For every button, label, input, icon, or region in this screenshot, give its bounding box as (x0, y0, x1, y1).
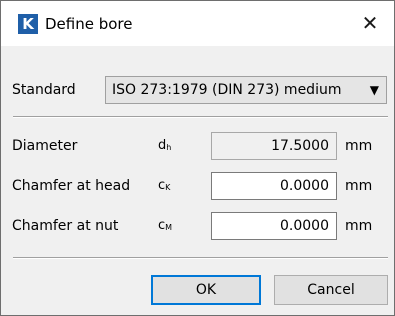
k-logo-icon: K (18, 14, 38, 34)
diameter-symbol: dh (158, 138, 172, 153)
standard-label: Standard (12, 82, 76, 98)
title-bar: K Define bore ✕ (1, 1, 394, 46)
diameter-label: Diameter (12, 138, 78, 154)
chamfer-nut-value: 0.0000 (280, 218, 329, 234)
chamfer-head-field[interactable]: 0.0000 (211, 172, 337, 200)
chamfer-nut-unit: mm (345, 218, 373, 234)
chamfer-nut-field[interactable]: 0.0000 (211, 212, 337, 240)
diameter-value: 17.5000 (271, 138, 329, 154)
chamfer-head-label: Chamfer at head (12, 178, 131, 194)
ok-button[interactable]: OK (151, 275, 261, 305)
chamfer-head-symbol: cK (158, 178, 171, 193)
diameter-unit: mm (345, 138, 373, 154)
chevron-down-icon[interactable]: ▼ (370, 82, 379, 98)
standard-select[interactable]: ISO 273:1979 (DIN 273) medium ▼ (105, 76, 387, 104)
close-icon[interactable]: ✕ (356, 9, 384, 37)
window-title: Define bore (45, 15, 133, 33)
chamfer-head-unit: mm (345, 178, 373, 194)
chamfer-nut-label: Chamfer at nut (12, 218, 119, 234)
cancel-button[interactable]: Cancel (274, 275, 388, 305)
diameter-field: 17.5000 (211, 132, 337, 160)
chamfer-head-value: 0.0000 (280, 178, 329, 194)
divider-top (13, 116, 388, 118)
divider-bottom (13, 257, 388, 259)
define-bore-dialog: K Define bore ✕ Standard ISO 273:1979 (D… (0, 0, 395, 316)
chamfer-nut-symbol: cM (158, 218, 173, 233)
standard-selected-value: ISO 273:1979 (DIN 273) medium (112, 82, 342, 98)
